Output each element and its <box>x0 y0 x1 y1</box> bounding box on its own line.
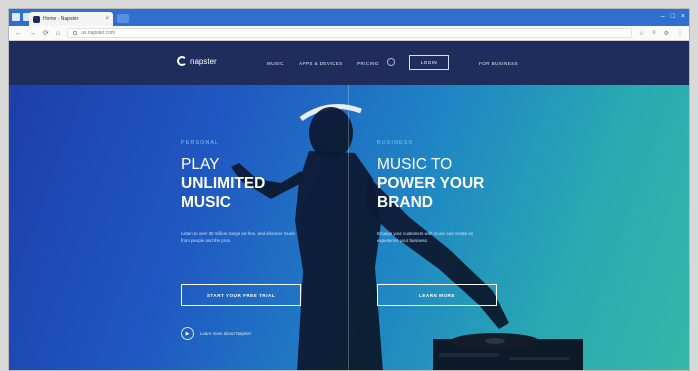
personal-headline-line-2: UNLIMITED <box>181 175 266 192</box>
napster-logo[interactable]: napster <box>177 56 217 66</box>
browser-window: Home - Napster × – □ × ← → ⟳ ⌂ us.napste… <box>8 8 690 371</box>
personal-headline-line-1: PLAY <box>181 156 220 173</box>
new-tab-button[interactable] <box>117 14 129 23</box>
learn-more-text: Learn more about Napster <box>200 331 252 336</box>
lock-icon <box>73 31 78 35</box>
personal-headline-line-3: MUSIC <box>181 194 231 211</box>
home-button[interactable]: ⌂ <box>56 30 60 37</box>
forward-button[interactable]: → <box>29 30 36 37</box>
close-tab-icon[interactable]: × <box>105 16 109 22</box>
minimize-button[interactable]: – <box>661 12 665 22</box>
close-window-button[interactable]: × <box>681 12 685 22</box>
address-toolbar: ← → ⟳ ⌂ us.napster.com ☆ ≡ ⚙ ⋮ <box>9 26 689 41</box>
browser-tools: ☆ ≡ ⚙ ⋮ <box>639 30 683 37</box>
address-bar[interactable]: us.napster.com <box>67 28 632 38</box>
refresh-button[interactable]: ⟳ <box>43 30 49 37</box>
play-icon: ▶ <box>181 327 194 340</box>
learn-more-link[interactable]: ▶ Learn more about Napster <box>181 327 251 340</box>
maximize-button[interactable]: □ <box>671 12 675 22</box>
napster-favicon-icon <box>33 15 40 23</box>
favorite-icon[interactable]: ☆ <box>639 30 644 37</box>
nav-link-for-business[interactable]: FOR BUSINESS <box>479 61 518 66</box>
logo-text: napster <box>190 56 217 66</box>
browser-tab[interactable]: Home - Napster × <box>29 12 113 26</box>
window-icon[interactable] <box>12 13 20 21</box>
back-button[interactable]: ← <box>15 30 22 37</box>
nav-link-pricing[interactable]: PRICING <box>357 61 379 66</box>
window-controls: – □ × <box>661 12 685 22</box>
personal-body: Listen to over 30 million songs ad-free,… <box>181 231 296 243</box>
more-icon[interactable]: ⋮ <box>677 30 683 37</box>
search-icon[interactable] <box>387 58 395 66</box>
napster-homepage: napster MUSIC APPS & DEVICES PRICING LOG… <box>9 41 689 370</box>
dj-silhouette-image <box>231 104 583 370</box>
personal-label: PERSONAL <box>181 140 220 146</box>
business-label: BUSINESS <box>377 140 414 146</box>
personal-headline: PLAY UNLIMITED MUSIC <box>181 155 265 212</box>
login-button[interactable]: LOGIN <box>409 55 449 70</box>
business-headline-line-1: MUSIC TO <box>377 156 453 173</box>
tab-title: Home - Napster <box>43 16 79 22</box>
url-text: us.napster.com <box>81 30 116 36</box>
learn-more-button[interactable]: LEARN MORE <box>377 284 497 306</box>
nav-link-apps-devices[interactable]: APPS & DEVICES <box>299 61 343 66</box>
settings-icon[interactable]: ⚙ <box>664 30 669 37</box>
business-headline-line-2: POWER YOUR <box>377 175 485 192</box>
site-header: napster MUSIC APPS & DEVICES PRICING LOG… <box>9 41 689 85</box>
browser-titlebar: Home - Napster × – □ × <box>9 9 689 26</box>
nav-link-music[interactable]: MUSIC <box>267 61 284 66</box>
section-divider <box>348 85 349 370</box>
business-headline: MUSIC TO POWER YOUR BRAND <box>377 155 484 212</box>
hub-icon[interactable]: ≡ <box>652 30 656 37</box>
napster-headphones-icon <box>177 56 187 66</box>
start-free-trial-button[interactable]: START YOUR FREE TRIAL <box>181 284 301 306</box>
business-body: Engage your customers with music and cre… <box>377 231 474 243</box>
business-headline-line-3: BRAND <box>377 194 433 211</box>
